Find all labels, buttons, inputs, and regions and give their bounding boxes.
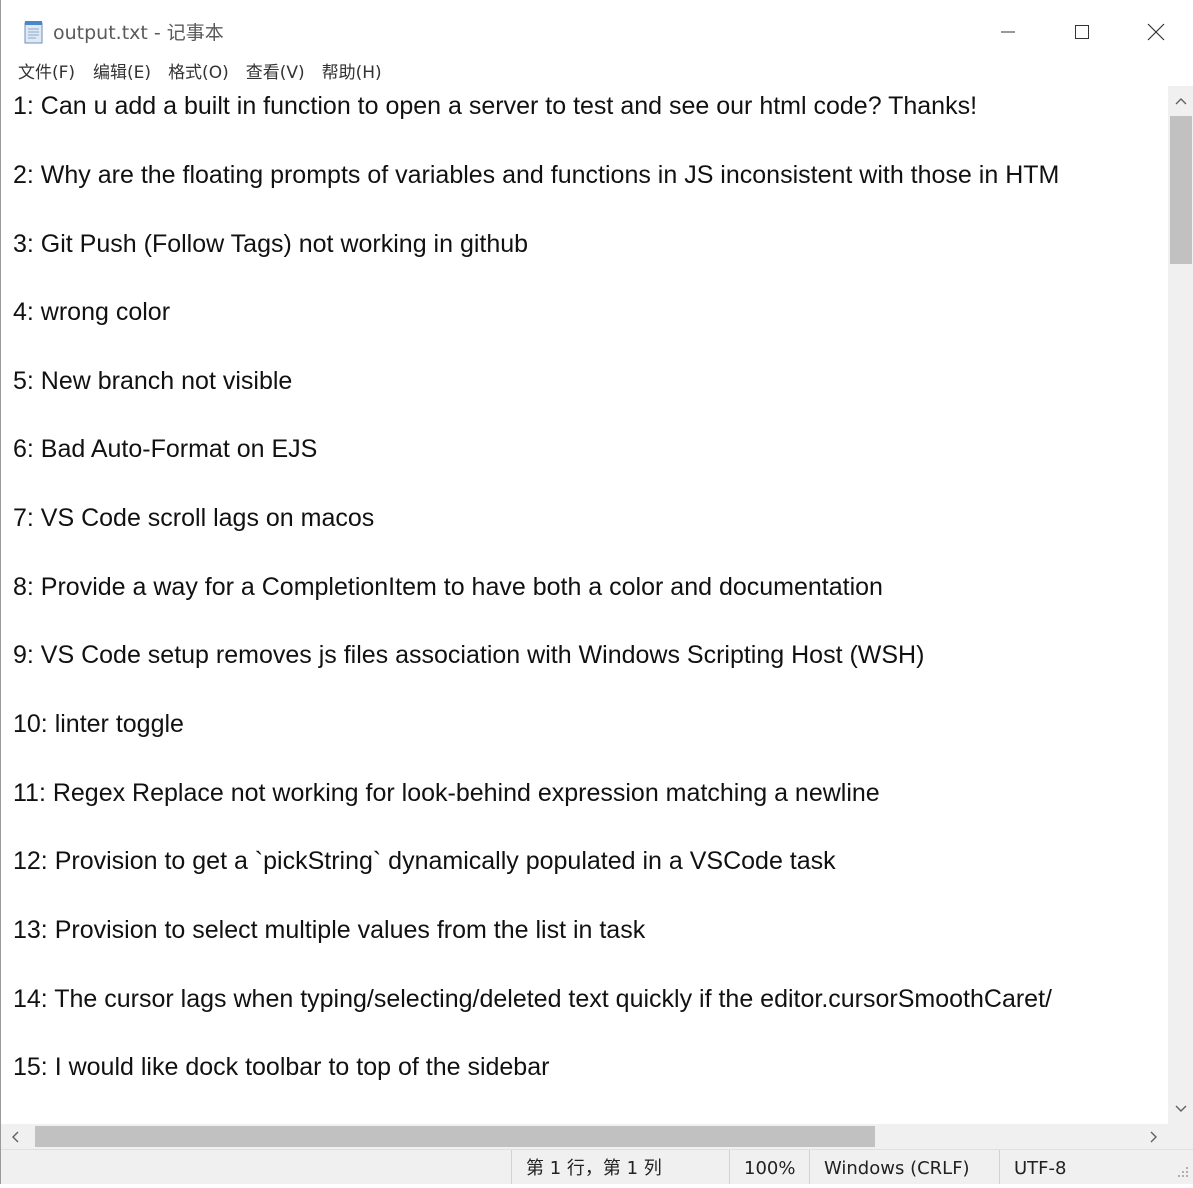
scroll-right-button[interactable]	[1140, 1124, 1168, 1149]
close-icon	[1147, 23, 1165, 41]
maximize-button[interactable]	[1059, 12, 1105, 52]
status-bar: 第 1 行，第 1 列 100% Windows (CRLF) UTF-8	[1, 1149, 1193, 1184]
encoding: UTF-8	[999, 1150, 1169, 1184]
scroll-down-button[interactable]	[1168, 1094, 1193, 1124]
horizontal-scroll-thumb[interactable]	[35, 1126, 875, 1147]
cursor-position: 第 1 行，第 1 列	[511, 1150, 729, 1184]
vertical-scroll-thumb[interactable]	[1170, 116, 1192, 264]
chevron-left-icon	[12, 1131, 19, 1142]
minimize-button[interactable]	[985, 12, 1031, 52]
window-title: output.txt - 记事本	[53, 22, 224, 44]
menu-bar: 文件(F) 编辑(E) 格式(O) 查看(V) 帮助(H)	[1, 60, 1193, 86]
chevron-right-icon	[1150, 1131, 1157, 1142]
text-line: 13: Provision to select multiple values …	[13, 916, 646, 944]
scroll-left-button[interactable]	[1, 1124, 29, 1149]
text-line: 3: Git Push (Follow Tags) not working in…	[13, 230, 529, 258]
menu-help[interactable]: 帮助(H)	[322, 60, 382, 86]
menu-edit[interactable]: 编辑(E)	[93, 60, 151, 86]
notepad-icon	[23, 20, 45, 44]
minimize-icon	[1001, 31, 1015, 33]
text-line: 15: I would like dock toolbar to top of …	[13, 1053, 550, 1081]
close-button[interactable]	[1133, 12, 1179, 52]
text-line: 14: The cursor lags when typing/selectin…	[13, 985, 1052, 1013]
resize-grip-icon[interactable]	[1173, 1162, 1191, 1180]
text-line: 5: New branch not visible	[13, 367, 293, 395]
vertical-scrollbar[interactable]	[1168, 86, 1193, 1124]
text-line: 11: Regex Replace not working for look-b…	[13, 779, 880, 807]
maximize-icon	[1075, 25, 1089, 39]
text-line: 10: linter toggle	[13, 710, 184, 738]
zoom-level: 100%	[729, 1150, 809, 1184]
menu-format[interactable]: 格式(O)	[168, 60, 229, 86]
menu-view[interactable]: 查看(V)	[246, 60, 305, 86]
scroll-corner	[1168, 1124, 1193, 1149]
menu-file[interactable]: 文件(F)	[18, 60, 75, 86]
chevron-up-icon	[1175, 98, 1187, 105]
notepad-window: output.txt - 记事本 文件(F) 编辑(E) 格式(O) 查看(V)…	[0, 0, 1193, 1184]
text-line: 8: Provide a way for a CompletionItem to…	[13, 573, 883, 601]
text-line: 9: VS Code setup removes js files associ…	[13, 641, 925, 669]
horizontal-scrollbar[interactable]	[1, 1124, 1168, 1149]
text-line: 6: Bad Auto-Format on EJS	[13, 435, 318, 463]
text-line: 1: Can u add a built in function to open…	[13, 92, 978, 120]
line-ending: Windows (CRLF)	[809, 1150, 999, 1184]
text-line: 12: Provision to get a `pickString` dyna…	[13, 847, 836, 875]
text-editor[interactable]: 1: Can u add a built in function to open…	[1, 86, 1168, 1124]
text-line: 7: VS Code scroll lags on macos	[13, 504, 375, 532]
text-line: 4: wrong color	[13, 298, 171, 326]
title-bar: output.txt - 记事本	[1, 0, 1193, 60]
scroll-up-button[interactable]	[1168, 86, 1193, 116]
chevron-down-icon	[1175, 1105, 1187, 1112]
text-line: 2: Why are the floating prompts of varia…	[13, 161, 1060, 189]
